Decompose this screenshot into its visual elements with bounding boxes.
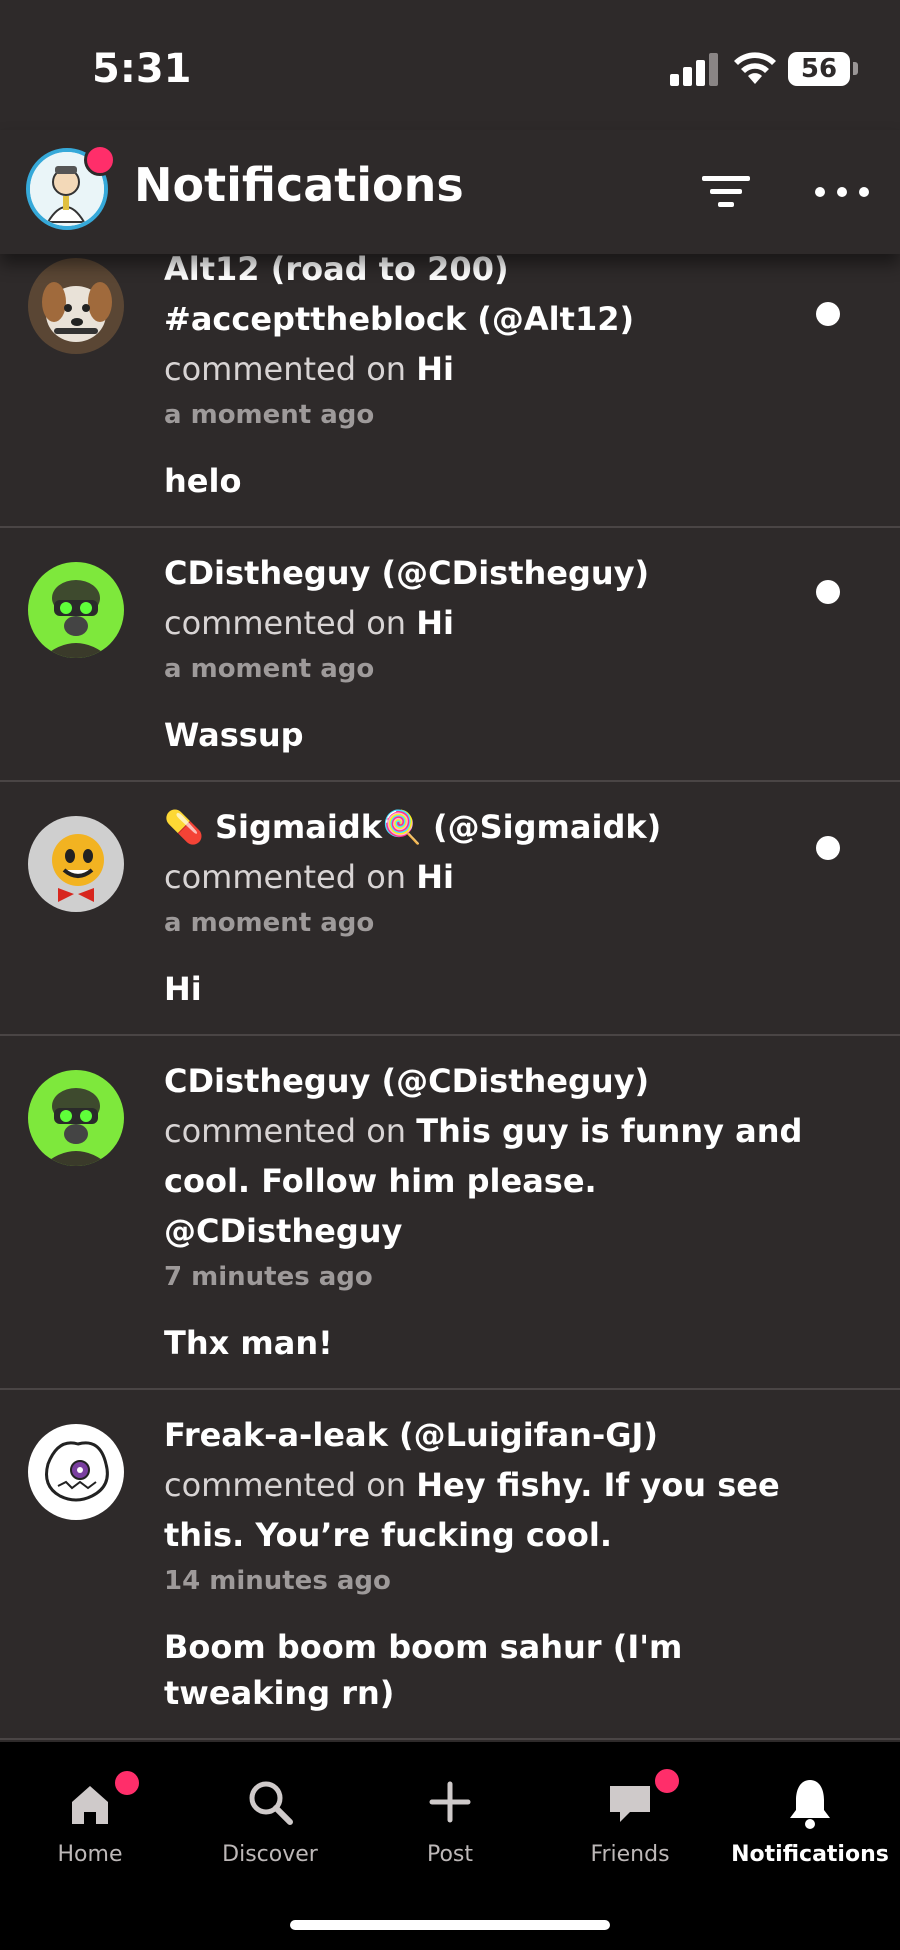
notification-username[interactable]: CDistheguy (@CDistheguy)	[164, 548, 814, 598]
comment-text: Boom boom boom sahur (I'm tweaking rn)	[164, 1628, 683, 1712]
unread-indicator	[816, 580, 840, 604]
battery-nub	[853, 62, 858, 75]
home-indicator[interactable]	[290, 1920, 610, 1930]
filter-icon[interactable]	[700, 168, 752, 216]
post-link[interactable]: Hi	[416, 604, 454, 642]
user-avatar[interactable]	[28, 562, 124, 658]
action-verb: commented on	[164, 604, 407, 642]
notification-action: commented on Hi	[164, 852, 814, 902]
tab-post[interactable]: Post	[360, 1772, 540, 1882]
pill-emoji: 💊	[164, 808, 204, 846]
bell-icon	[790, 1780, 830, 1829]
wifi-icon	[734, 52, 776, 84]
cellular-signal-icon	[670, 52, 718, 86]
tab-home[interactable]: Home	[0, 1768, 180, 1882]
tab-notifications[interactable]: Notifications	[720, 1772, 900, 1882]
plus-icon	[429, 1781, 471, 1823]
post-link[interactable]: Hi	[416, 350, 454, 388]
unread-indicator	[816, 836, 840, 860]
tab-label: Friends	[590, 1842, 670, 1867]
tab-label: Notifications	[731, 1842, 889, 1867]
notification-timestamp: a moment ago	[164, 400, 375, 430]
notification-username[interactable]: CDistheguy (@CDistheguy)	[164, 1056, 814, 1106]
lollipop-emoji: 🍭	[382, 808, 422, 846]
notification-action: commented on Hi	[164, 598, 814, 648]
more-options-icon[interactable]	[812, 168, 872, 216]
tab-friends[interactable]: Friends	[540, 1766, 720, 1882]
cartoon-avatar-image	[28, 816, 124, 912]
profile-notification-badge	[84, 144, 116, 176]
notification-username[interactable]: Alt12 (road to 200) #accepttheblock (@Al…	[164, 254, 814, 344]
user-avatar[interactable]	[28, 816, 124, 912]
notification-item[interactable]: Alt12 (road to 200) #accepttheblock (@Al…	[0, 254, 900, 528]
user-avatar[interactable]	[28, 1424, 124, 1520]
unread-indicator	[816, 302, 840, 326]
notification-timestamp: 14 minutes ago	[164, 1566, 391, 1596]
notification-username[interactable]: 💊 Sigmaidk🍭 (@Sigmaidk)	[164, 802, 814, 852]
notification-timestamp: a moment ago	[164, 654, 375, 684]
soldier-avatar-image	[28, 1070, 124, 1166]
status-bar: 5:31 56	[0, 0, 900, 130]
notification-item[interactable]: Freak-a-leak (@Luigifan-GJ) commented on…	[0, 1390, 900, 1740]
bottom-tab-bar: Home Discover Post Friends Notifications	[0, 1742, 900, 1950]
action-verb: commented on	[164, 858, 407, 896]
notification-timestamp: a moment ago	[164, 908, 375, 938]
soldier-avatar-image	[28, 562, 124, 658]
notification-username[interactable]: Freak-a-leak (@Luigifan-GJ)	[164, 1410, 814, 1460]
home-notification-badge	[112, 1768, 142, 1798]
notification-action: commented on Hey fishy. If you see this.…	[164, 1460, 814, 1560]
tab-label: Home	[57, 1842, 123, 1867]
notification-timestamp: 7 minutes ago	[164, 1262, 373, 1292]
notification-item[interactable]: CDistheguy (@CDistheguy) commented on Hi…	[0, 528, 900, 782]
page-title: Notifications	[134, 158, 464, 212]
notification-item[interactable]: 💊 Sigmaidk🍭 (@Sigmaidk) commented on Hi …	[0, 782, 900, 1036]
action-verb: commented on	[164, 1112, 407, 1150]
notification-action: commented on Hi	[164, 344, 814, 394]
app-header: Notifications	[0, 130, 900, 254]
friends-notification-badge	[652, 1766, 682, 1796]
chat-icon	[610, 1786, 650, 1822]
search-icon	[249, 1781, 293, 1825]
tab-label: Post	[426, 1842, 474, 1867]
comment-text: Hi	[164, 970, 202, 1008]
user-avatar[interactable]	[28, 258, 124, 354]
status-time: 5:31	[92, 46, 192, 92]
dog-avatar-image	[28, 258, 124, 354]
tab-label: Discover	[222, 1842, 318, 1867]
sketch-avatar-image	[28, 1424, 124, 1520]
comment-text: Wassup	[164, 716, 304, 754]
action-verb: commented on	[164, 1466, 407, 1504]
battery-level: 56	[788, 52, 850, 86]
comment-text: helo	[164, 462, 242, 500]
notification-item[interactable]: CDistheguy (@CDistheguy) commented on Th…	[0, 1036, 900, 1390]
tab-discover[interactable]: Discover	[180, 1772, 360, 1882]
comment-text: Thx man!	[164, 1324, 333, 1362]
username-handle: (@Sigmaidk)	[421, 808, 662, 846]
user-avatar[interactable]	[28, 1070, 124, 1166]
notification-action: commented on This guy is funny and cool.…	[164, 1106, 814, 1256]
home-icon	[72, 1786, 108, 1824]
action-verb: commented on	[164, 350, 407, 388]
username-main: Sigmaidk	[214, 808, 382, 846]
post-link[interactable]: Hi	[416, 858, 454, 896]
notifications-feed[interactable]: Alt12 (road to 200) #accepttheblock (@Al…	[0, 254, 900, 1742]
